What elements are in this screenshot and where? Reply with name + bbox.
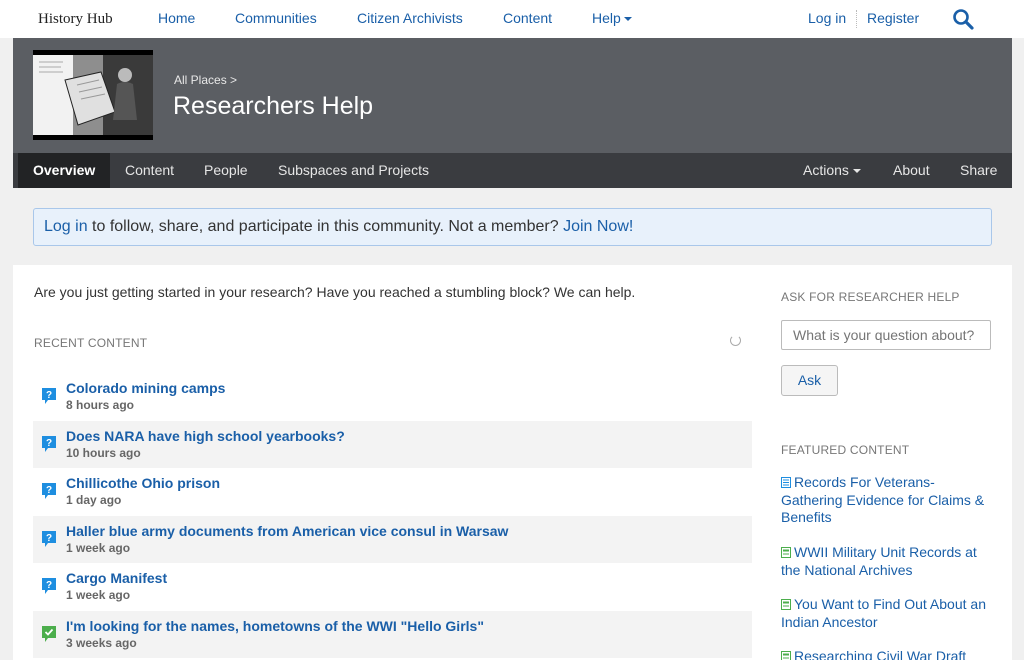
recent-content-list: ? Colorado mining camps 8 hours ago ? Do… <box>33 373 752 658</box>
loading-spinner-icon <box>730 335 741 346</box>
document-icon <box>781 651 791 660</box>
featured-link[interactable]: Records For Veterans-Gathering Evidence … <box>781 474 984 525</box>
item-time: 1 week ago <box>66 588 131 602</box>
item-title[interactable]: Chillicothe Ohio prison <box>66 475 220 491</box>
question-icon: ? <box>42 388 56 404</box>
breadcrumb[interactable]: All Places > <box>174 73 237 87</box>
list-item[interactable]: ? Colorado mining camps 8 hours ago <box>33 373 752 421</box>
place-avatar <box>33 50 153 140</box>
search-icon[interactable] <box>952 8 974 30</box>
nav-help[interactable]: Help <box>592 10 632 26</box>
featured-link[interactable]: WWII Military Unit Records at the Nation… <box>781 544 977 578</box>
community-description: Are you just getting started in your res… <box>34 284 636 300</box>
join-now-link[interactable]: Join Now! <box>563 218 633 235</box>
item-time: 10 hours ago <box>66 445 141 460</box>
question-icon: ? <box>42 483 56 499</box>
chevron-down-icon <box>623 17 632 22</box>
banner-login-link[interactable]: Log in <box>44 218 88 235</box>
place-tabs: Overview Content People Subspaces and Pr… <box>13 153 1012 188</box>
recent-content-heading: RECENT CONTENT <box>34 336 148 350</box>
banner-text: to follow, share, and participate in thi… <box>87 218 564 235</box>
tab-overview[interactable]: Overview <box>18 153 111 188</box>
document-icon <box>781 477 791 488</box>
list-item[interactable]: ? Cargo Manifest 1 week ago <box>33 563 752 611</box>
list-item[interactable]: ? Haller blue army documents from Americ… <box>33 515 752 563</box>
ask-heading: ASK FOR RESEARCHER HELP <box>781 290 960 304</box>
svg-text:?: ? <box>46 485 52 496</box>
actions-menu[interactable]: Actions <box>803 153 861 188</box>
nav-citizen-archivists[interactable]: Citizen Archivists <box>357 10 463 26</box>
site-brand[interactable]: History Hub <box>38 11 113 28</box>
item-time: 8 hours ago <box>66 398 135 412</box>
share-button[interactable]: Share <box>960 153 997 188</box>
answered-icon <box>42 625 56 642</box>
featured-link[interactable]: Researching Civil War Draft <box>794 648 966 660</box>
list-item[interactable]: ? Does NARA have high school yearbooks? … <box>33 420 752 468</box>
ask-button[interactable]: Ask <box>781 365 838 396</box>
featured-item[interactable]: Records For Veterans-Gathering Evidence … <box>781 474 996 527</box>
item-time: 3 weeks ago <box>66 635 137 650</box>
question-icon: ? <box>42 578 56 594</box>
featured-link[interactable]: You Want to Find Out About an Indian Anc… <box>781 596 986 630</box>
top-navbar: History Hub Home Communities Citizen Arc… <box>0 0 1024 38</box>
item-title[interactable]: I'm looking for the names, hometowns of … <box>66 618 484 634</box>
svg-text:?: ? <box>46 533 52 544</box>
item-title[interactable]: Cargo Manifest <box>66 570 167 586</box>
item-title[interactable]: Does NARA have high school yearbooks? <box>66 428 345 444</box>
nav-home[interactable]: Home <box>158 10 195 26</box>
nav-content[interactable]: Content <box>503 10 552 26</box>
document-icon <box>781 547 791 558</box>
tab-people[interactable]: People <box>204 153 248 188</box>
nav-divider <box>856 10 857 28</box>
item-title[interactable]: Haller blue army documents from American… <box>66 523 508 539</box>
svg-text:?: ? <box>46 390 52 401</box>
featured-item[interactable]: WWII Military Unit Records at the Nation… <box>781 544 996 579</box>
featured-item[interactable]: You Want to Find Out About an Indian Anc… <box>781 596 996 631</box>
place-photo <box>33 55 153 135</box>
item-time: 1 week ago <box>66 540 131 555</box>
question-input[interactable] <box>781 320 991 350</box>
nav-help-label: Help <box>592 10 621 26</box>
document-icon <box>781 599 791 610</box>
featured-heading: FEATURED CONTENT <box>781 443 910 457</box>
item-title[interactable]: Colorado mining camps <box>66 380 225 396</box>
tab-about[interactable]: About <box>893 153 930 188</box>
featured-item[interactable]: Researching Civil War Draft <box>781 648 996 660</box>
overview-panel: Are you just getting started in your res… <box>13 265 1012 660</box>
login-link[interactable]: Log in <box>808 10 846 26</box>
place-header: All Places > Researchers Help <box>13 38 1012 153</box>
chevron-down-icon <box>852 169 861 174</box>
tab-subspaces[interactable]: Subspaces and Projects <box>278 153 429 188</box>
register-link[interactable]: Register <box>867 10 919 26</box>
list-item[interactable]: ? Chillicothe Ohio prison 1 day ago <box>33 468 752 516</box>
list-item[interactable]: I'm looking for the names, hometowns of … <box>33 610 752 658</box>
tab-content[interactable]: Content <box>125 153 174 188</box>
question-icon: ? <box>42 435 56 452</box>
login-prompt-banner: Log in to follow, share, and participate… <box>33 208 992 246</box>
page-title: Researchers Help <box>173 92 374 120</box>
svg-text:?: ? <box>46 580 52 591</box>
nav-communities[interactable]: Communities <box>235 10 317 26</box>
svg-text:?: ? <box>46 438 52 449</box>
item-time: 1 day ago <box>66 493 122 507</box>
actions-label: Actions <box>803 162 849 178</box>
question-icon: ? <box>42 530 56 547</box>
